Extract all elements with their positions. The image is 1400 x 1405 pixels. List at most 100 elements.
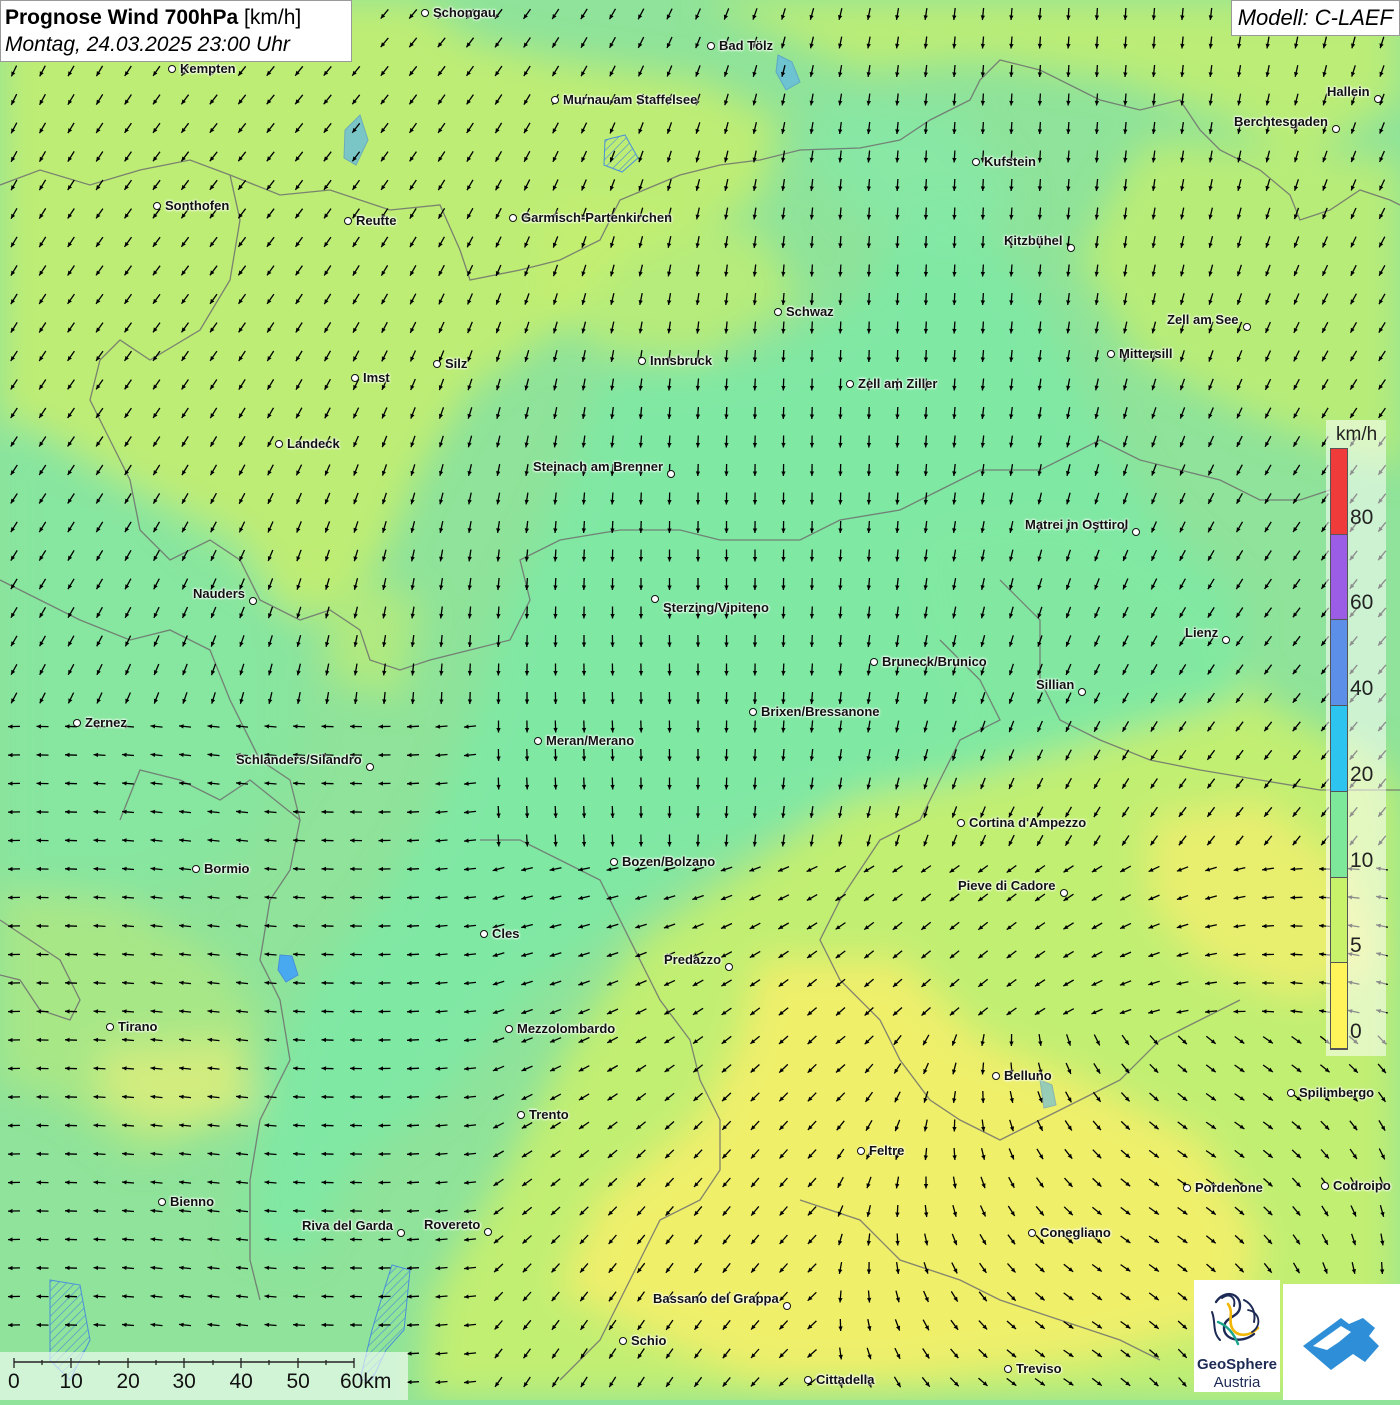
legend-tick-label: 80: [1350, 506, 1373, 530]
city-label: Pordenone: [1195, 1180, 1263, 1195]
city-label: Bienno: [170, 1194, 214, 1209]
city-label: Riva del Garda: [302, 1218, 393, 1233]
city-marker-icon: [1243, 323, 1251, 331]
city-label: Reutte: [356, 213, 396, 228]
city-marker-icon: [1107, 350, 1115, 358]
city-marker-icon: [344, 217, 352, 225]
city-label: Belluno: [1004, 1068, 1052, 1083]
city-marker-icon: [707, 42, 715, 50]
city-label: Mittersill: [1119, 346, 1172, 361]
city-label: Brixen/Bressanone: [761, 704, 880, 719]
city-label: Murnau am Staffelsee: [563, 92, 697, 107]
legend-tick-label: 10: [1350, 849, 1373, 873]
title-panel: Prognose Wind 700hPa [km/h] Montag, 24.0…: [0, 0, 352, 62]
city-label: Nauders: [193, 586, 245, 601]
city-label: Bozen/Bolzano: [622, 854, 715, 869]
geosphere-logo[interactable]: GeoSphere Austria: [1194, 1280, 1280, 1392]
city-marker-icon: [857, 1147, 865, 1155]
city-marker-icon: [1374, 95, 1382, 103]
city-marker-icon: [804, 1376, 812, 1384]
city-marker-icon: [480, 930, 488, 938]
city-marker-icon: [638, 357, 646, 365]
city-label: Pieve di Cadore: [958, 878, 1056, 893]
legend-color-swatch: [1331, 449, 1347, 535]
city-marker-icon: [725, 963, 733, 971]
city-marker-icon: [1222, 636, 1230, 644]
city-label: Tirano: [118, 1019, 158, 1034]
legend-tick-label: 0: [1350, 1020, 1362, 1044]
city-marker-icon: [1028, 1229, 1036, 1237]
city-label: Codroipo: [1333, 1178, 1391, 1193]
city-marker-icon: [275, 440, 283, 448]
city-label: Mezzolombardo: [517, 1021, 615, 1036]
city-label: Zernez: [85, 715, 127, 730]
city-marker-icon: [351, 374, 359, 382]
legend-color-swatch: [1331, 706, 1347, 792]
city-marker-icon: [1287, 1089, 1295, 1097]
logo-name-line1: GeoSphere: [1194, 1356, 1280, 1373]
city-marker-icon: [249, 597, 257, 605]
scale-tick-label: 10: [60, 1370, 83, 1394]
app-icon: [1283, 1284, 1400, 1400]
city-label: Hallein: [1327, 84, 1370, 99]
city-label: Schlanders/Silandro: [236, 752, 362, 767]
city-label: Feltre: [869, 1143, 904, 1158]
city-marker-icon: [774, 308, 782, 316]
city-marker-icon: [505, 1025, 513, 1033]
map-title: Prognose Wind 700hPa [km/h]: [5, 4, 347, 32]
city-marker-icon: [619, 1337, 627, 1345]
city-label: Cittadella: [816, 1372, 875, 1387]
forecast-datetime: Montag, 24.03.2025 23:00 Uhr: [5, 32, 347, 58]
city-marker-icon: [992, 1072, 1000, 1080]
city-marker-icon: [73, 719, 81, 727]
city-label: Predazzo: [664, 952, 721, 967]
city-marker-icon: [1183, 1184, 1191, 1192]
legend-color-swatch: [1331, 963, 1347, 1049]
city-label: Kufstein: [984, 154, 1036, 169]
city-marker-icon: [158, 1198, 166, 1206]
scale-tick-label: 50: [287, 1370, 310, 1394]
city-label: Steinach am Brenner: [533, 459, 663, 474]
scale-tick-label: 60km: [340, 1370, 391, 1394]
city-label: Kitzbühel: [1004, 233, 1063, 248]
scale-tick-label: 0: [8, 1370, 20, 1394]
city-label: Zell am Ziller: [858, 376, 937, 391]
city-marker-icon: [1060, 889, 1068, 897]
city-marker-icon: [1004, 1365, 1012, 1373]
city-marker-icon: [153, 202, 161, 210]
city-label: Meran/Merano: [546, 733, 634, 748]
city-marker-icon: [749, 708, 757, 716]
city-marker-icon: [1078, 688, 1086, 696]
city-marker-icon: [484, 1228, 492, 1236]
legend-tick-label: 60: [1350, 591, 1373, 615]
city-label: Cortina d'Ampezzo: [969, 815, 1086, 830]
city-marker-icon: [509, 214, 517, 222]
city-marker-icon: [1332, 125, 1340, 133]
city-marker-icon: [1067, 244, 1075, 252]
city-marker-icon: [667, 470, 675, 478]
city-label: Garmisch-Partenkirchen: [521, 210, 672, 225]
city-label: Silz: [445, 356, 467, 371]
city-label: Landeck: [287, 436, 340, 451]
city-label: Zell am See: [1167, 312, 1239, 327]
city-label: Spilimbergo: [1299, 1085, 1374, 1100]
geosphere-icon: [1194, 1282, 1280, 1356]
scale-tick-label: 30: [173, 1370, 196, 1394]
legend-color-swatch: [1331, 878, 1347, 964]
scale-bar: 0102030405060km: [0, 1352, 408, 1400]
model-label: Modell: C-LAEF: [1231, 0, 1400, 36]
city-marker-icon: [783, 1302, 791, 1310]
city-label: Bad Tölz: [719, 38, 773, 53]
city-label: Cles: [492, 926, 519, 941]
color-legend: km/h 806040201050: [1326, 420, 1386, 1056]
city-marker-icon: [366, 763, 374, 771]
legend-unit: km/h: [1336, 424, 1377, 446]
city-label: Kempten: [180, 61, 236, 76]
legend-tick-label: 20: [1350, 763, 1373, 787]
city-marker-icon: [551, 96, 559, 104]
city-label: Bassano del Grappa: [653, 1291, 779, 1306]
city-marker-icon: [397, 1229, 405, 1237]
city-marker-icon: [1321, 1182, 1329, 1190]
city-label: Sonthofen: [165, 198, 229, 213]
app-badge[interactable]: [1283, 1284, 1400, 1400]
